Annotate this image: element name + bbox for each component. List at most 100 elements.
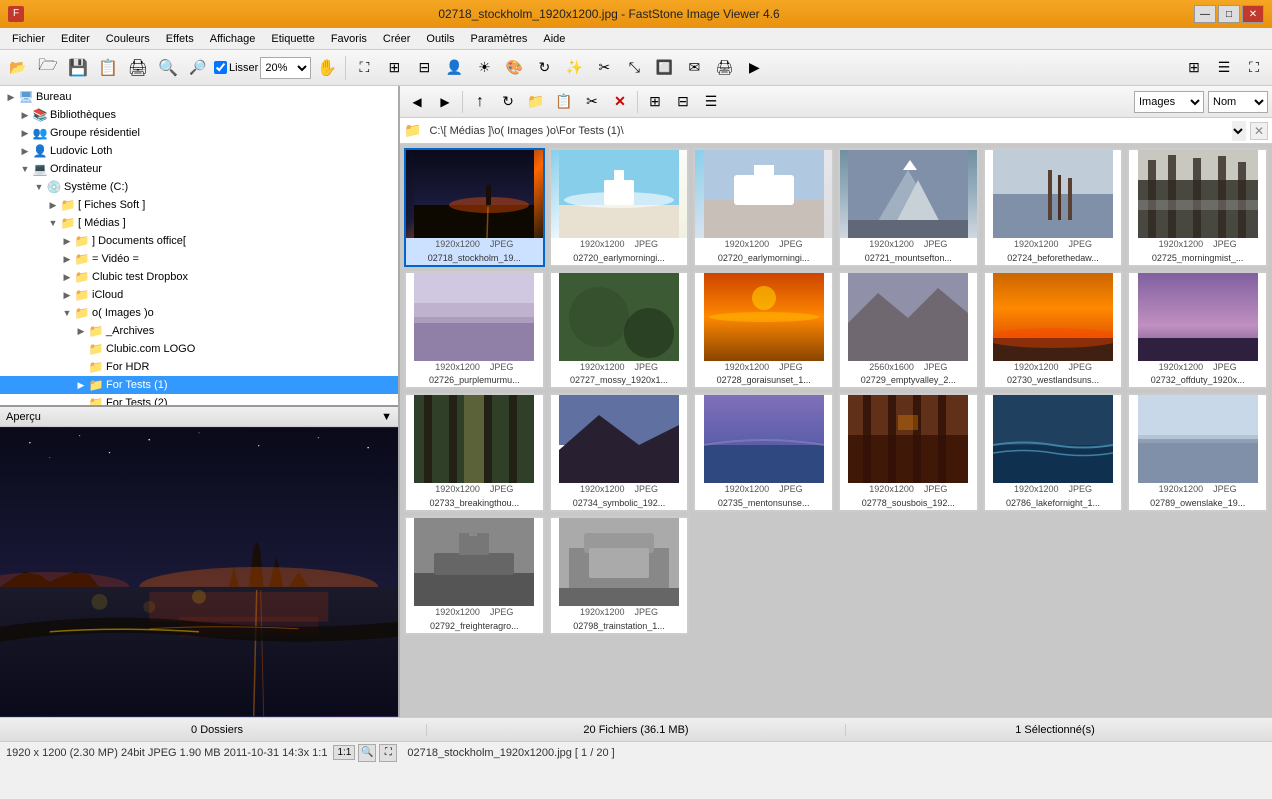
info-1to1-btn[interactable]: 1:1 bbox=[333, 745, 355, 760]
expander-docoffice[interactable]: ▶ bbox=[60, 236, 74, 247]
close-button[interactable]: ✕ bbox=[1242, 5, 1264, 23]
tree-item-bureau[interactable]: ▶ 🖥 Bureau bbox=[0, 88, 398, 106]
thumb-item-10[interactable]: 2560x1600 JPEG 02729_emptyvalley_2... bbox=[838, 271, 979, 390]
menu-etiquette[interactable]: Etiquette bbox=[263, 31, 322, 47]
expander-icloud[interactable]: ▶ bbox=[60, 290, 74, 301]
tree-item-groupe[interactable]: ▶ 👥 Groupe résidentiel bbox=[0, 124, 398, 142]
toolbar-compare-btn[interactable]: ⊟ bbox=[410, 54, 438, 82]
minimize-button[interactable]: — bbox=[1194, 5, 1216, 23]
tree-item-fichesoft[interactable]: ▶ 📁 [ Fiches Soft ] bbox=[0, 196, 398, 214]
thumb-item-5[interactable]: 1920x1200 JPEG 02724_beforethedaw... bbox=[983, 148, 1124, 267]
toolbar-hand-btn[interactable]: ✋ bbox=[313, 54, 341, 82]
nav-copy-btn[interactable]: 📋 bbox=[551, 89, 577, 115]
toolbar-fit-btn[interactable]: ⛶ bbox=[1240, 54, 1268, 82]
expander-video[interactable]: ▶ bbox=[60, 254, 74, 265]
expander-ordinateur[interactable]: ▼ bbox=[18, 164, 32, 174]
nav-delete-btn[interactable]: ✕ bbox=[607, 89, 633, 115]
tree-item-ludovic[interactable]: ▶ 👤 Ludovic Loth bbox=[0, 142, 398, 160]
menu-aide[interactable]: Aide bbox=[535, 31, 573, 47]
nav-up-btn[interactable]: ↑ bbox=[467, 89, 493, 115]
thumb-item-7[interactable]: 1920x1200 JPEG 02726_purplemurmu... bbox=[404, 271, 545, 390]
toolbar-zoomout-btn[interactable]: 🔎 bbox=[184, 54, 212, 82]
nav-refresh-btn[interactable]: ↻ bbox=[495, 89, 521, 115]
menu-creer[interactable]: Créer bbox=[375, 31, 419, 47]
toolbar-list-btn[interactable]: ☰ bbox=[1210, 54, 1238, 82]
toolbar-open-btn[interactable]: 📂 bbox=[4, 54, 32, 82]
thumb-item-15[interactable]: 1920x1200 JPEG 02735_mentonsunse... bbox=[693, 393, 834, 512]
toolbar-effects-btn[interactable]: ✨ bbox=[560, 54, 588, 82]
tree-item-forhdr[interactable]: ▶ 📁 For HDR bbox=[0, 358, 398, 376]
menu-editer[interactable]: Editer bbox=[53, 31, 98, 47]
menu-outils[interactable]: Outils bbox=[418, 31, 462, 47]
path-input[interactable] bbox=[425, 121, 1228, 141]
expander-clubiclogo[interactable]: ▶ bbox=[74, 344, 88, 355]
toolbar-adjust-btn[interactable]: ☀ bbox=[470, 54, 498, 82]
toolbar-zoomin-btn[interactable]: 🔍 bbox=[154, 54, 182, 82]
tree-item-clubiclogo[interactable]: ▶ 📁 Clubic.com LOGO bbox=[0, 340, 398, 358]
menu-parametres[interactable]: Paramètres bbox=[463, 31, 536, 47]
expander-bureau[interactable]: ▶ bbox=[4, 92, 18, 103]
nav-forward-btn[interactable]: ▶ bbox=[432, 89, 458, 115]
expander-fortests2[interactable]: ▶ bbox=[74, 398, 88, 408]
thumb-item-11[interactable]: 1920x1200 JPEG 02730_westlandsuns... bbox=[983, 271, 1124, 390]
preview-expand-icon[interactable]: ▼ bbox=[381, 411, 392, 423]
nav-move-btn[interactable]: ✂ bbox=[579, 89, 605, 115]
thumb-item-19[interactable]: 1920x1200 JPEG 02792_freighteragro... bbox=[404, 516, 545, 635]
thumb-item-12[interactable]: 1920x1200 JPEG 02732_offduty_1920x... bbox=[1127, 271, 1268, 390]
info-expand-btn[interactable]: ⛶ bbox=[379, 744, 397, 762]
info-zoom-btn[interactable]: 🔍 bbox=[358, 744, 376, 762]
path-clear-btn[interactable]: ✕ bbox=[1250, 122, 1268, 140]
menu-favoris[interactable]: Favoris bbox=[323, 31, 375, 47]
tree-item-video[interactable]: ▶ 📁 = Vidéo = bbox=[0, 250, 398, 268]
zoom-select[interactable]: 20%25%50%75%100% bbox=[260, 57, 311, 79]
menu-effets[interactable]: Effets bbox=[158, 31, 202, 47]
expander-ludovic[interactable]: ▶ bbox=[18, 146, 32, 157]
path-dropdown[interactable] bbox=[1232, 121, 1246, 141]
thumb-item-6[interactable]: 1920x1200 JPEG 02725_morningmist_... bbox=[1127, 148, 1268, 267]
expander-archives[interactable]: ▶ bbox=[74, 326, 88, 337]
thumb-item-18[interactable]: 1920x1200 JPEG 02789_owenslake_19... bbox=[1127, 393, 1268, 512]
nav-back-btn[interactable]: ◀ bbox=[404, 89, 430, 115]
toolbar-present-btn[interactable]: ▶ bbox=[740, 54, 768, 82]
toolbar-color-btn[interactable]: 🎨 bbox=[500, 54, 528, 82]
toolbar-resize-btn[interactable]: ⤡ bbox=[620, 54, 648, 82]
tree-item-archives[interactable]: ▶ 📁 _Archives bbox=[0, 322, 398, 340]
tree-item-images[interactable]: ▼ 📁 o( Images )o bbox=[0, 304, 398, 322]
toolbar-save2-btn[interactable]: 💾 bbox=[64, 54, 92, 82]
tree-item-systeme[interactable]: ▼ 💿 Système (C:) bbox=[0, 178, 398, 196]
thumb-item-8[interactable]: 1920x1200 JPEG 02727_mossy_1920x1... bbox=[549, 271, 690, 390]
toolbar-save-btn[interactable]: 🗁 bbox=[34, 54, 62, 82]
thumb-item-13[interactable]: 1920x1200 JPEG 02733_breakingthou... bbox=[404, 393, 545, 512]
toolbar-grid-btn[interactable]: ⊞ bbox=[1180, 54, 1208, 82]
toolbar-fullscreen-btn[interactable]: ⛶ bbox=[350, 54, 378, 82]
expander-fichesoft[interactable]: ▶ bbox=[46, 200, 60, 211]
menu-couleurs[interactable]: Couleurs bbox=[98, 31, 158, 47]
toolbar-print2-btn[interactable]: 🖨 bbox=[710, 54, 738, 82]
nav-view2-btn[interactable]: ⊟ bbox=[670, 89, 696, 115]
expander-images[interactable]: ▼ bbox=[60, 308, 74, 318]
thumb-item-1[interactable]: 1920x1200 JPEG 02718_stockholm_19... bbox=[404, 148, 545, 267]
expander-medias[interactable]: ▼ bbox=[46, 218, 60, 228]
nav-view1-btn[interactable]: ⊞ bbox=[642, 89, 668, 115]
menu-fichier[interactable]: Fichier bbox=[4, 31, 53, 47]
tree-item-medias[interactable]: ▼ 📁 [ Médias ] bbox=[0, 214, 398, 232]
toolbar-crop-btn[interactable]: ✂ bbox=[590, 54, 618, 82]
nav-newfolder-btn[interactable]: 📁 bbox=[523, 89, 549, 115]
tree-item-ordinateur[interactable]: ▼ 💻 Ordinateur bbox=[0, 160, 398, 178]
expander-systeme[interactable]: ▼ bbox=[32, 182, 46, 192]
thumb-item-16[interactable]: 1920x1200 JPEG 02778_sousbois_192... bbox=[838, 393, 979, 512]
expander-clubictest[interactable]: ▶ bbox=[60, 272, 74, 283]
thumb-item-17[interactable]: 1920x1200 JPEG 02786_lakefornight_1... bbox=[983, 393, 1124, 512]
tree-item-clubictest[interactable]: ▶ 📁 Clubic test Dropbox bbox=[0, 268, 398, 286]
toolbar-rotate-btn[interactable]: ↻ bbox=[530, 54, 558, 82]
lisser-checkbox[interactable]: Lisser bbox=[214, 61, 258, 74]
thumb-item-14[interactable]: 1920x1200 JPEG 02734_symbolic_192... bbox=[549, 393, 690, 512]
toolbar-watermark-btn[interactable]: 🔲 bbox=[650, 54, 678, 82]
nav-view3-btn[interactable]: ☰ bbox=[698, 89, 724, 115]
tree-item-fortests2[interactable]: ▶ 📁 For Tests (2) bbox=[0, 394, 398, 407]
toolbar-print-btn[interactable]: 🖨 bbox=[124, 54, 152, 82]
view-mode-select[interactable]: ImagesDatesDossiers bbox=[1134, 91, 1204, 113]
thumb-item-2[interactable]: 1920x1200 JPEG 02720_earlymorningi... bbox=[549, 148, 690, 267]
toolbar-copy-btn[interactable]: 📋 bbox=[94, 54, 122, 82]
expander-forhdr[interactable]: ▶ bbox=[74, 362, 88, 373]
